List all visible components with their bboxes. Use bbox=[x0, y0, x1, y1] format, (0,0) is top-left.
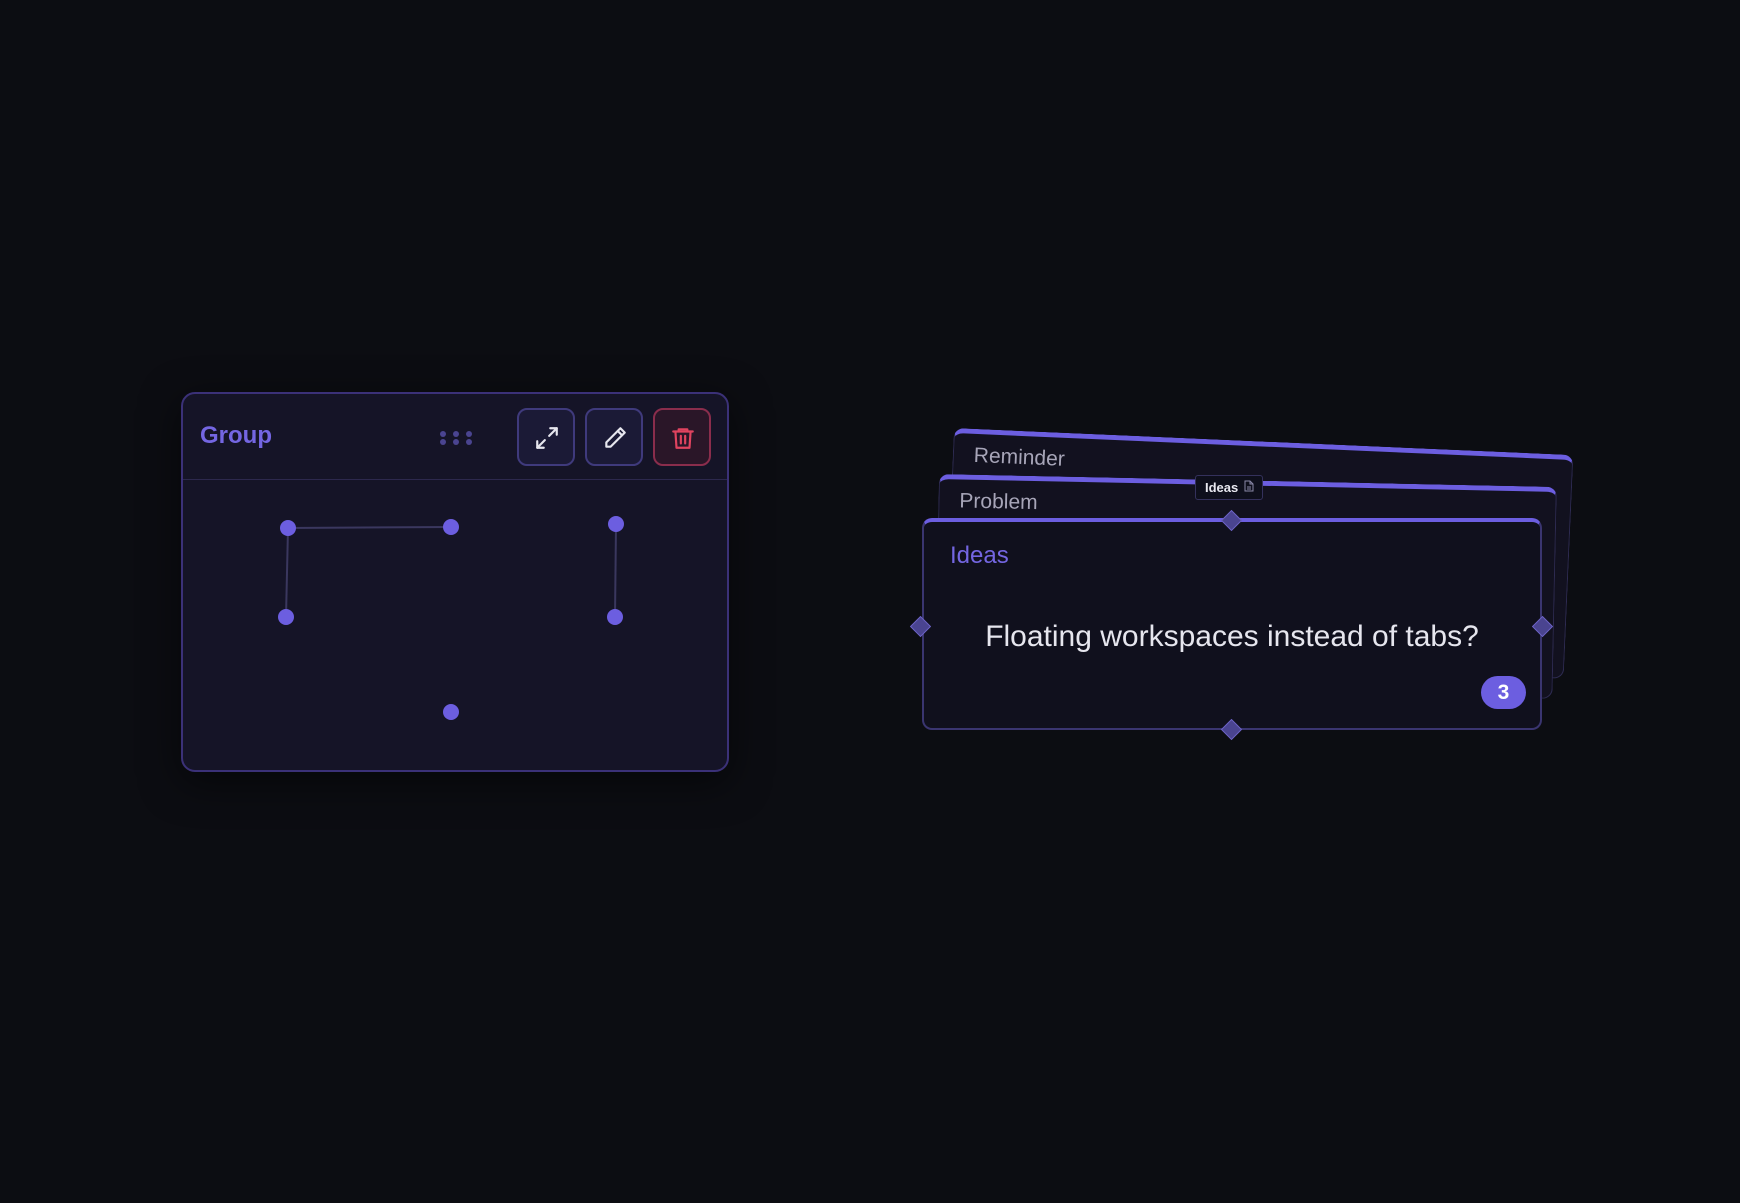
canvas: Group Reminder Problem Ideas Floating wo… bbox=[0, 0, 1740, 1203]
pencil-icon bbox=[605, 427, 626, 448]
graph-node bbox=[607, 609, 623, 625]
node-edge bbox=[287, 526, 452, 529]
count-badge[interactable]: 3 bbox=[1481, 676, 1526, 709]
card-title: Reminder bbox=[973, 443, 1066, 471]
document-icon bbox=[1244, 476, 1254, 499]
card-ideas[interactable]: Ideas Floating workspaces instead of tab… bbox=[922, 518, 1542, 730]
card-title: Ideas bbox=[950, 542, 1009, 569]
stack-chip[interactable]: Ideas bbox=[1195, 475, 1264, 500]
expand-icon bbox=[536, 427, 558, 449]
graph-node bbox=[278, 609, 294, 625]
graph-node bbox=[443, 704, 459, 720]
node-graph bbox=[278, 516, 624, 720]
trash-icon bbox=[672, 428, 694, 449]
group-body[interactable] bbox=[183, 480, 727, 770]
graph-node bbox=[443, 519, 459, 535]
edit-button[interactable] bbox=[585, 408, 643, 466]
graph-node bbox=[608, 516, 624, 532]
group-title: Group bbox=[200, 422, 272, 449]
stack-chip-label: Ideas bbox=[1205, 480, 1239, 495]
expand-button[interactable] bbox=[517, 408, 575, 466]
group-header: Group bbox=[183, 394, 727, 480]
graph-node bbox=[280, 520, 296, 536]
card-title: Problem bbox=[959, 489, 1038, 515]
card-text: Floating workspaces instead of tabs? bbox=[985, 620, 1479, 653]
drag-handle-icon[interactable] bbox=[439, 430, 473, 446]
node-edge bbox=[285, 527, 289, 618]
node-edge bbox=[614, 523, 617, 618]
group-panel[interactable]: Group bbox=[181, 392, 729, 772]
delete-button[interactable] bbox=[653, 408, 711, 466]
